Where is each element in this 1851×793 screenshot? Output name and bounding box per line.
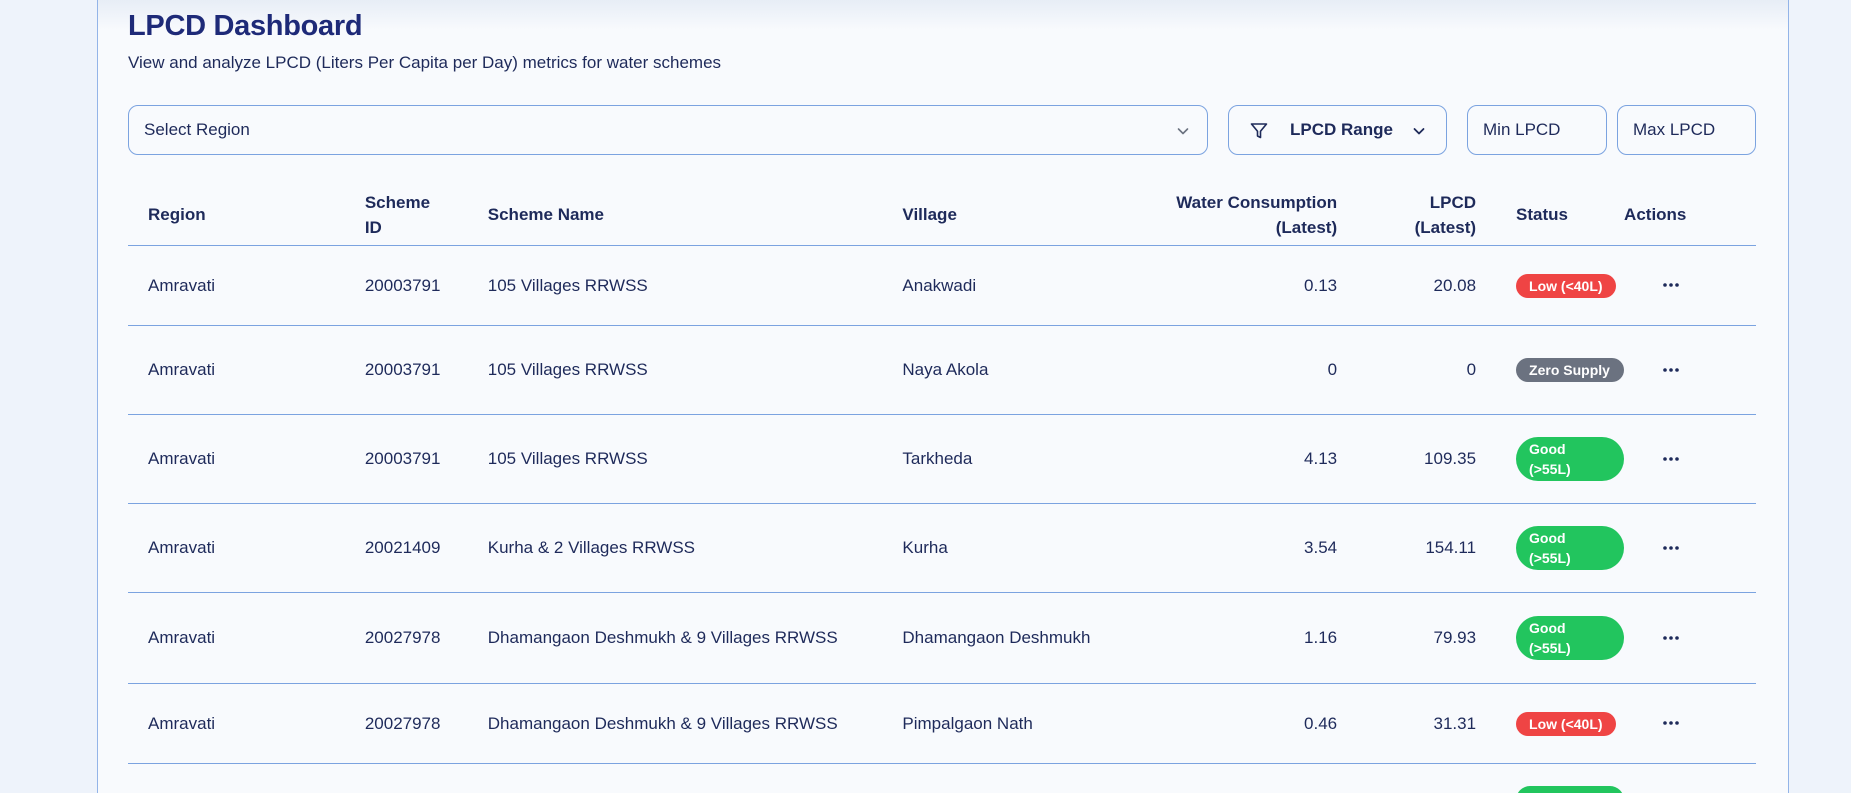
status-badge: Good (>55L) <box>1516 615 1625 660</box>
cell-actions <box>1624 414 1756 504</box>
table-header-row: Region Scheme ID Scheme Name Village Wat… <box>128 185 1756 246</box>
table-row-partial <box>128 763 1756 793</box>
cell-lpcd: 79.93 <box>1337 592 1477 684</box>
col-header-scheme-id: Scheme ID <box>364 185 488 246</box>
lpcd-table: Region Scheme ID Scheme Name Village Wat… <box>128 185 1756 793</box>
cell-scheme-id: 20003791 <box>364 245 488 326</box>
status-badge: Zero Supply <box>1516 358 1625 382</box>
cell-scheme-id: 20021409 <box>364 503 488 593</box>
cell-village: Naya Akola <box>902 325 1093 415</box>
col-header-village: Village <box>902 185 1093 246</box>
status-badge: Low (<40L) <box>1516 273 1616 298</box>
cell-region: Amravati <box>128 503 365 593</box>
cell-region: Amravati <box>128 325 365 415</box>
more-horizontal-icon[interactable] <box>1662 367 1680 373</box>
cell-lpcd: 20.08 <box>1337 245 1477 326</box>
page-subtitle: View and analyze LPCD (Liters Per Capita… <box>128 53 722 72</box>
status-badge: Good (>55L) <box>1516 525 1625 570</box>
status-badge: Good (>55L) <box>1516 436 1625 481</box>
cell-scheme-id: 20027978 <box>364 683 488 764</box>
col-header-scheme-id-line2: ID <box>364 217 382 237</box>
cell-scheme-name: 105 Villages RRWSS <box>487 414 903 504</box>
cell-region: Amravati <box>128 683 365 764</box>
cell-scheme-id: 20003791 <box>364 325 488 415</box>
cell-actions <box>1624 683 1756 764</box>
table-row: Amravati 20003791 105 Villages RRWSS Tar… <box>128 414 1756 504</box>
chevron-down-icon <box>1413 128 1425 135</box>
region-select[interactable]: Select Region <box>128 105 1208 155</box>
more-horizontal-icon[interactable] <box>1662 456 1680 462</box>
cell-lpcd: 0 <box>1337 325 1477 415</box>
cell-water-consumption: 0.13 <box>1092 245 1338 326</box>
cell-scheme-id: 20027978 <box>364 592 488 684</box>
cell-status: Zero Supply <box>1476 325 1625 415</box>
more-horizontal-icon[interactable] <box>1662 282 1680 288</box>
cell-scheme-name: Dhamangaon Deshmukh & 9 Villages RRWSS <box>487 592 903 684</box>
cell-region: Amravati <box>128 414 365 504</box>
table-row: Amravati 20021409 Kurha & 2 Villages RRW… <box>128 503 1756 593</box>
cell-scheme-id: 20003791 <box>364 414 488 504</box>
cell-status: Good (>55L) <box>1476 414 1625 504</box>
table-row: Amravati 20027978 Dhamangaon Deshmukh & … <box>128 592 1756 684</box>
cell-status: Low (<40L) <box>1476 245 1625 326</box>
cell-status: Good (>55L) <box>1476 503 1625 593</box>
lpcd-range-label: LPCD Range <box>1290 120 1393 139</box>
col-header-status: Status <box>1476 185 1625 246</box>
cell-status: Low (<40L) <box>1476 683 1625 764</box>
cell-lpcd: 109.35 <box>1337 414 1477 504</box>
cell-water-consumption: 1.16 <box>1092 592 1338 684</box>
region-select-label: Select Region <box>144 120 250 139</box>
cell-scheme-name: 105 Villages RRWSS <box>487 245 903 326</box>
lpcd-range-button[interactable]: LPCD Range <box>1228 105 1447 155</box>
cell-status: Good (>55L) <box>1476 592 1625 684</box>
max-lpcd-input[interactable] <box>1617 105 1756 155</box>
cell-village: Tarkheda <box>902 414 1093 504</box>
cell-lpcd: 31.31 <box>1337 683 1477 764</box>
cell-scheme-name: 105 Villages RRWSS <box>487 325 903 415</box>
table-row: Amravati 20003791 105 Villages RRWSS Ana… <box>128 245 1756 326</box>
table-row: Amravati 20027978 Dhamangaon Deshmukh & … <box>128 683 1756 764</box>
cell-actions <box>1624 245 1756 326</box>
cell-village: Kurha <box>902 503 1093 593</box>
col-header-water-consumption: Water Consumption (Latest) <box>1092 185 1338 246</box>
cell-water-consumption: 0.46 <box>1092 683 1338 764</box>
filter-icon <box>1250 123 1268 139</box>
more-horizontal-icon[interactable] <box>1662 720 1680 726</box>
more-horizontal-icon[interactable] <box>1662 635 1680 641</box>
col-header-lpcd-line1: LPCD <box>1429 192 1477 212</box>
col-header-water-line2: (Latest) <box>1275 217 1338 237</box>
cell-village: Pimpalgaon Nath <box>902 683 1093 764</box>
cell-scheme-name: Dhamangaon Deshmukh & 9 Villages RRWSS <box>487 683 903 764</box>
table-row: Amravati 20003791 105 Villages RRWSS Nay… <box>128 325 1756 415</box>
cell-region: Amravati <box>128 592 365 684</box>
cell-village: Anakwadi <box>902 245 1093 326</box>
cell-water-consumption: 0 <box>1092 325 1338 415</box>
status-badge: Low (<40L) <box>1516 711 1616 736</box>
cell-lpcd: 154.11 <box>1337 503 1477 593</box>
col-header-actions: Actions <box>1624 185 1756 246</box>
cell-region: Amravati <box>128 245 365 326</box>
col-header-scheme-name: Scheme Name <box>487 185 903 246</box>
cell-water-consumption: 4.13 <box>1092 414 1338 504</box>
cell-actions <box>1624 592 1756 684</box>
dashboard-panel: LPCD Dashboard View and analyze LPCD (Li… <box>97 0 1789 793</box>
status-badge-partial <box>1516 785 1625 793</box>
col-header-water-line1: Water Consumption <box>1176 192 1338 212</box>
chevron-down-icon <box>1177 128 1189 135</box>
cell-village: Dhamangaon Deshmukh <box>902 592 1093 684</box>
more-horizontal-icon[interactable] <box>1662 545 1680 551</box>
min-lpcd-input[interactable] <box>1467 105 1607 155</box>
filter-bar: Select Region LPCD Range <box>128 105 1756 155</box>
cell-water-consumption: 3.54 <box>1092 503 1338 593</box>
col-header-scheme-id-line1: Scheme <box>364 192 431 212</box>
cell-actions <box>1624 503 1756 593</box>
cell-actions <box>1624 325 1756 415</box>
cell-scheme-name: Kurha & 2 Villages RRWSS <box>487 503 903 593</box>
col-header-lpcd: LPCD (Latest) <box>1337 185 1477 246</box>
col-header-actions-label: Actions <box>1624 205 1687 225</box>
col-header-lpcd-line2: (Latest) <box>1414 217 1477 237</box>
col-header-region: Region <box>128 185 365 246</box>
page-title: LPCD Dashboard <box>128 10 363 42</box>
